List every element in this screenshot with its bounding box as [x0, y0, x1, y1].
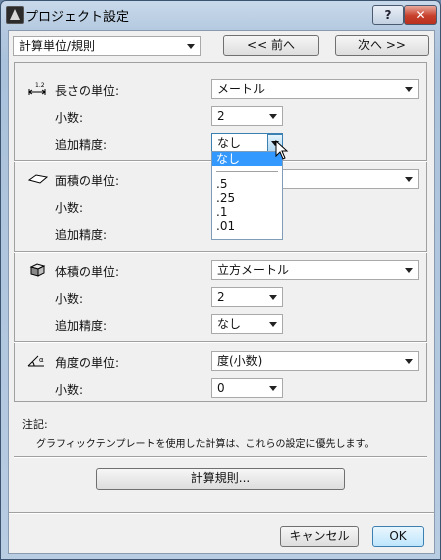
angle-decimals-select[interactable]: 0 — [211, 378, 283, 398]
volume-cube-icon — [29, 263, 46, 277]
volume-unit-label: 体積の単位: — [55, 265, 120, 279]
length-unit-value: メートル — [217, 82, 266, 96]
chevron-down-icon — [269, 386, 277, 391]
mouse-pointer-icon — [275, 140, 289, 160]
volume-precision-value: なし — [217, 317, 242, 331]
ok-button[interactable]: OK — [372, 526, 424, 547]
close-button[interactable]: ✕ — [404, 5, 437, 25]
dropdown-option[interactable]: なし — [212, 152, 282, 166]
chevron-down-icon — [269, 295, 277, 300]
angle-unit-label: 角度の単位: — [55, 356, 120, 370]
area-precision-label: 追加精度: — [55, 228, 108, 242]
chevron-down-icon — [405, 177, 413, 182]
divider — [14, 251, 427, 253]
length-precision-label: 追加精度: — [55, 138, 108, 152]
svg-text:α: α — [39, 356, 44, 364]
area-decimals-label: 小数: — [55, 201, 84, 215]
help-button[interactable]: ? — [372, 5, 404, 25]
category-select-value: 計算単位/規則 — [19, 39, 96, 53]
svg-text:1.2: 1.2 — [35, 82, 45, 89]
length-precision-value: なし — [217, 136, 242, 150]
divider — [14, 341, 427, 343]
volume-unit-value: 立方メートル — [217, 263, 290, 277]
window-title: プロジェクト設定 — [25, 10, 130, 25]
note-text: グラフィックテンプレートを使用した計算は、これらの設定に優先します。 — [36, 439, 375, 450]
precision-dropdown-list[interactable]: なし .5 .25 .1 .01 — [211, 151, 283, 240]
chevron-down-icon — [405, 87, 413, 92]
divider — [14, 456, 427, 458]
cancel-button[interactable]: キャンセル — [280, 526, 359, 547]
dropdown-option[interactable]: .5 — [212, 177, 282, 191]
length-decimals-label: 小数: — [55, 111, 84, 125]
note-title: 注記: — [22, 418, 48, 431]
footer-divider — [9, 512, 434, 514]
dialog-body: 計算単位/規則 << 前へ 次へ >> 1.2 長さの単位: メートル 小数: … — [8, 30, 435, 554]
chevron-down-icon — [269, 114, 277, 119]
calculation-rules-button[interactable]: 計算規則... — [96, 468, 345, 490]
angle-unit-value: 度(小数) — [217, 354, 263, 368]
length-decimals-value: 2 — [217, 109, 225, 123]
area-plane-icon — [27, 174, 49, 184]
chevron-down-icon — [269, 322, 277, 327]
title-bar[interactable]: プロジェクト設定 ? ✕ — [1, 1, 440, 29]
volume-precision-select[interactable]: なし — [211, 314, 283, 334]
project-settings-window: プロジェクト設定 ? ✕ 計算単位/規則 << 前へ 次へ >> 1.2 長さの… — [0, 0, 441, 560]
length-unit-select[interactable]: メートル — [211, 79, 419, 99]
dropdown-option[interactable]: .25 — [212, 191, 282, 205]
volume-decimals-value: 2 — [217, 290, 225, 304]
chevron-down-icon — [405, 359, 413, 364]
volume-precision-label: 追加精度: — [55, 319, 108, 333]
area-unit-label: 面積の単位: — [55, 174, 120, 188]
volume-unit-select[interactable]: 立方メートル — [211, 260, 419, 280]
angle-decimals-value: 0 — [217, 381, 225, 395]
angle-icon: α — [27, 355, 44, 367]
chevron-down-icon — [187, 44, 195, 49]
dropdown-separator — [216, 171, 278, 172]
category-select[interactable]: 計算単位/規則 — [13, 36, 201, 56]
length-unit-label: 長さの単位: — [55, 84, 120, 98]
ruler-length-icon: 1.2 — [28, 82, 46, 95]
angle-unit-select[interactable]: 度(小数) — [211, 351, 419, 371]
volume-decimals-label: 小数: — [55, 292, 84, 306]
chevron-down-icon — [405, 268, 413, 273]
dropdown-option[interactable]: .1 — [212, 205, 282, 219]
app-icon — [6, 6, 24, 24]
dropdown-option[interactable]: .01 — [212, 219, 282, 233]
length-decimals-select[interactable]: 2 — [211, 106, 283, 126]
volume-decimals-select[interactable]: 2 — [211, 287, 283, 307]
next-button[interactable]: 次へ >> — [335, 35, 429, 56]
angle-decimals-label: 小数: — [55, 383, 84, 397]
prev-button[interactable]: << 前へ — [223, 35, 319, 56]
